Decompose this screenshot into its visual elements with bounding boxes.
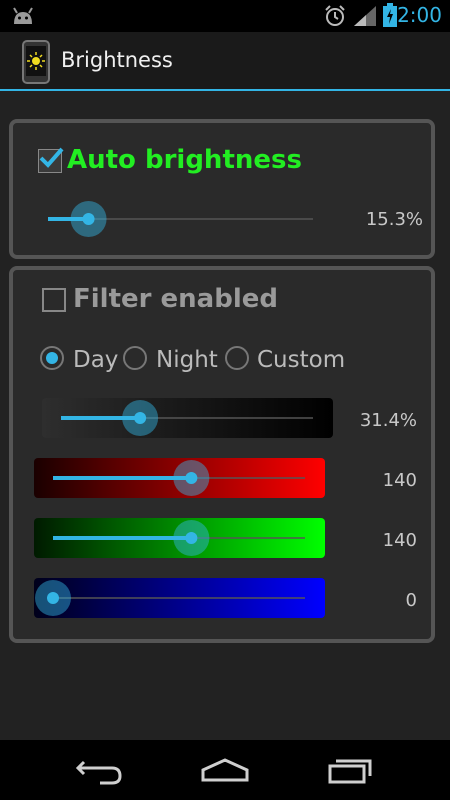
green-value: 140 (382, 530, 417, 551)
auto-brightness-panel: Auto brightness 15.3% (9, 119, 435, 259)
filter-panel: Filter enabled Day Night Custom 31.4% 14… (9, 266, 435, 643)
navigation-bar (0, 740, 450, 800)
red-slider[interactable] (34, 458, 325, 498)
auto-brightness-label: Auto brightness (67, 145, 302, 175)
alarm-clock-icon (325, 5, 345, 26)
auto-brightness-value: 15.3% (365, 209, 423, 230)
radio-selected-dot (46, 352, 58, 364)
home-icon[interactable] (195, 750, 255, 792)
blue-slider-knob-center (47, 592, 59, 604)
green-slider[interactable] (34, 518, 325, 558)
radio-custom[interactable] (225, 346, 249, 370)
dim-slider[interactable] (42, 398, 333, 438)
auto-brightness-slider[interactable] (43, 199, 313, 239)
signal-icon (354, 6, 376, 26)
battery-charging-icon (383, 3, 397, 27)
auto-brightness-checkbox[interactable] (38, 147, 64, 173)
brightness-phone-icon (22, 40, 50, 84)
radio-day-label: Day (73, 347, 119, 373)
page-title: Brightness (61, 48, 173, 72)
red-value: 140 (382, 470, 417, 491)
green-slider-knob-center (185, 532, 198, 544)
back-icon[interactable] (70, 750, 130, 792)
action-bar: Brightness (0, 32, 450, 91)
dim-value: 31.4% (359, 410, 417, 431)
radio-night[interactable] (123, 346, 147, 370)
red-slider-knob-center (185, 472, 198, 484)
checkmark-icon (39, 147, 64, 168)
clock-time: 2:00 (397, 3, 442, 27)
filter-enabled-label: Filter enabled (73, 284, 278, 314)
radio-custom-label: Custom (257, 347, 346, 373)
radio-day[interactable] (40, 346, 64, 370)
blue-slider[interactable] (34, 578, 325, 618)
recents-icon[interactable] (322, 750, 382, 792)
blue-value: 0 (405, 590, 417, 611)
dim-slider-knob-center (134, 412, 147, 424)
android-icon (13, 7, 33, 24)
filter-enabled-checkbox[interactable] (42, 288, 66, 312)
radio-night-label: Night (156, 347, 218, 373)
status-bar: 2:00 (0, 0, 450, 32)
